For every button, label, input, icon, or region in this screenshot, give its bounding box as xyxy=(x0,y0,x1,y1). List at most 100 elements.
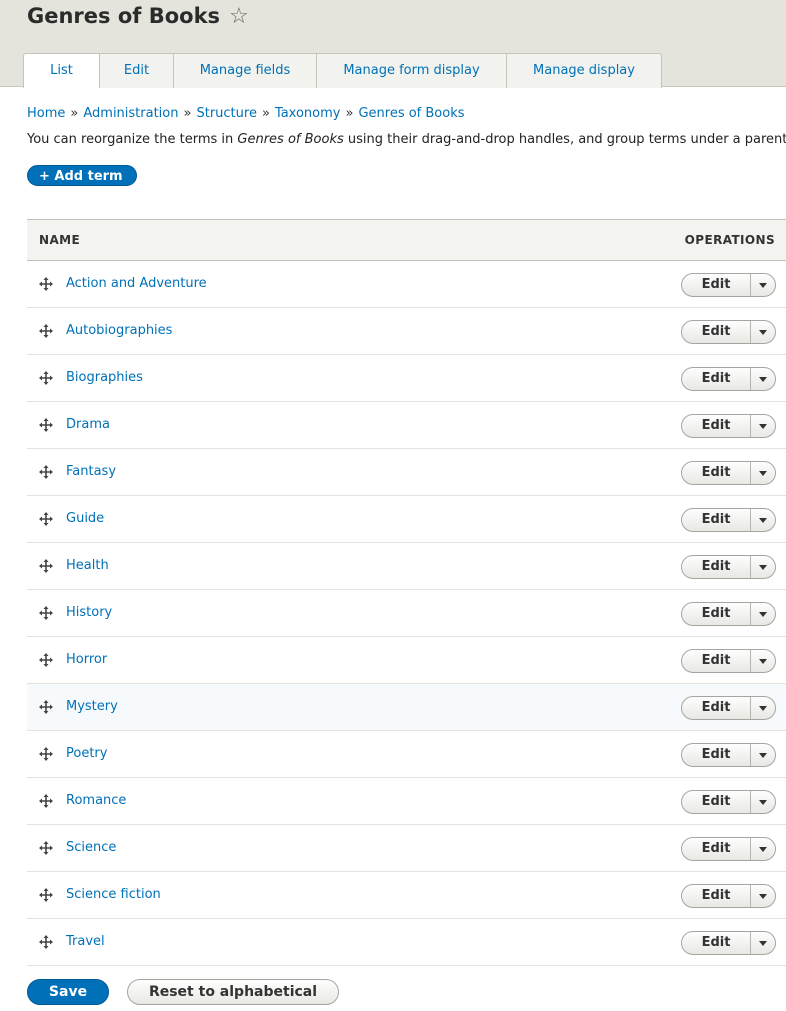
term-link[interactable]: Health xyxy=(66,558,109,573)
edit-button[interactable]: Edit xyxy=(682,744,750,766)
chevron-down-icon[interactable] xyxy=(751,274,775,296)
page-title: Genres of Books xyxy=(27,4,221,28)
term-link[interactable]: Action and Adventure xyxy=(66,276,207,291)
edit-button[interactable]: Edit xyxy=(682,650,750,672)
breadcrumb-genres-of-books[interactable]: Genres of Books xyxy=(358,106,464,121)
chevron-down-icon[interactable] xyxy=(751,556,775,578)
chevron-down-icon[interactable] xyxy=(751,932,775,954)
term-link[interactable]: Science fiction xyxy=(66,887,161,902)
tab-manage-fields[interactable]: Manage fields xyxy=(173,53,316,88)
edit-button[interactable]: Edit xyxy=(682,415,750,437)
operations-dropbutton: Edit xyxy=(681,931,776,955)
table-row: History Edit xyxy=(27,590,786,637)
tab-manage-display[interactable]: Manage display xyxy=(506,53,662,88)
chevron-down-icon[interactable] xyxy=(751,321,775,343)
term-link[interactable]: Science xyxy=(66,840,116,855)
table-row: Action and Adventure Edit xyxy=(27,261,786,308)
drag-handle-icon[interactable] xyxy=(39,324,53,338)
term-link[interactable]: Poetry xyxy=(66,746,107,761)
chevron-down-icon[interactable] xyxy=(751,838,775,860)
drag-handle-icon[interactable] xyxy=(39,653,53,667)
drag-handle-icon[interactable] xyxy=(39,747,53,761)
reset-to-alphabetical-button[interactable]: Reset to alphabetical xyxy=(127,979,339,1005)
tab-manage-form-display[interactable]: Manage form display xyxy=(316,53,506,88)
drag-handle-icon[interactable] xyxy=(39,606,53,620)
term-link[interactable]: Romance xyxy=(66,793,126,808)
star-icon[interactable]: ☆ xyxy=(229,6,249,28)
drag-handle-icon[interactable] xyxy=(39,794,53,808)
drag-handle-icon[interactable] xyxy=(39,935,53,949)
chevron-down-icon[interactable] xyxy=(751,650,775,672)
term-link[interactable]: Autobiographies xyxy=(66,323,172,338)
tab-edit[interactable]: Edit xyxy=(99,53,173,88)
edit-button[interactable]: Edit xyxy=(682,321,750,343)
chevron-down-icon[interactable] xyxy=(751,509,775,531)
operations-dropbutton: Edit xyxy=(681,320,776,344)
drag-handle-icon[interactable] xyxy=(39,700,53,714)
drag-handle-icon[interactable] xyxy=(39,277,53,291)
operations-dropbutton: Edit xyxy=(681,743,776,767)
column-header-operations: OPERATIONS xyxy=(684,233,775,247)
chevron-down-icon[interactable] xyxy=(751,791,775,813)
operations-dropbutton: Edit xyxy=(681,602,776,626)
table-header: NAME OPERATIONS xyxy=(27,219,786,261)
breadcrumb-separator: » xyxy=(70,106,79,121)
table-row: Horror Edit xyxy=(27,637,786,684)
table-row: Biographies Edit xyxy=(27,355,786,402)
drag-handle-icon[interactable] xyxy=(39,465,53,479)
edit-button[interactable]: Edit xyxy=(682,932,750,954)
drag-handle-icon[interactable] xyxy=(39,371,53,385)
term-link[interactable]: Travel xyxy=(66,934,105,949)
breadcrumb-structure[interactable]: Structure xyxy=(196,106,256,121)
drag-handle-icon[interactable] xyxy=(39,559,53,573)
table-row: Science Edit xyxy=(27,825,786,872)
term-link[interactable]: Horror xyxy=(66,652,107,667)
term-link[interactable]: Biographies xyxy=(66,370,143,385)
term-link[interactable]: Drama xyxy=(66,417,110,432)
chevron-down-icon[interactable] xyxy=(751,462,775,484)
description-text-after: using their drag-and-drop handles, and g… xyxy=(343,132,786,147)
term-link[interactable]: Guide xyxy=(66,511,104,526)
term-link[interactable]: Mystery xyxy=(66,699,118,714)
edit-button[interactable]: Edit xyxy=(682,556,750,578)
edit-button[interactable]: Edit xyxy=(682,885,750,907)
chevron-down-icon[interactable] xyxy=(751,744,775,766)
edit-button[interactable]: Edit xyxy=(682,274,750,296)
term-link[interactable]: History xyxy=(66,605,112,620)
drag-handle-icon[interactable] xyxy=(39,418,53,432)
chevron-down-icon[interactable] xyxy=(751,368,775,390)
drag-handle-icon[interactable] xyxy=(39,888,53,902)
term-link[interactable]: Fantasy xyxy=(66,464,116,479)
table-row: Poetry Edit xyxy=(27,731,786,778)
breadcrumb-separator: » xyxy=(183,106,192,121)
operations-dropbutton: Edit xyxy=(681,555,776,579)
drag-handle-icon[interactable] xyxy=(39,512,53,526)
edit-button[interactable]: Edit xyxy=(682,791,750,813)
edit-button[interactable]: Edit xyxy=(682,697,750,719)
breadcrumb-administration[interactable]: Administration xyxy=(83,106,178,121)
drag-handle-icon[interactable] xyxy=(39,841,53,855)
edit-button[interactable]: Edit xyxy=(682,838,750,860)
page-description: You can reorganize the terms in Genres o… xyxy=(27,132,786,147)
edit-button[interactable]: Edit xyxy=(682,368,750,390)
edit-button[interactable]: Edit xyxy=(682,462,750,484)
table-row: Romance Edit xyxy=(27,778,786,825)
chevron-down-icon[interactable] xyxy=(751,697,775,719)
description-vocabulary: Genres of Books xyxy=(237,132,344,147)
chevron-down-icon[interactable] xyxy=(751,603,775,625)
chevron-down-icon[interactable] xyxy=(751,885,775,907)
table-row: Science fiction Edit xyxy=(27,872,786,919)
save-button[interactable]: Save xyxy=(27,979,109,1005)
edit-button[interactable]: Edit xyxy=(682,509,750,531)
chevron-down-icon[interactable] xyxy=(751,415,775,437)
tab-list[interactable]: List xyxy=(23,53,99,88)
edit-button[interactable]: Edit xyxy=(682,603,750,625)
breadcrumb-home[interactable]: Home xyxy=(27,106,65,121)
add-term-button[interactable]: + Add term xyxy=(27,165,137,186)
operations-dropbutton: Edit xyxy=(681,696,776,720)
operations-dropbutton: Edit xyxy=(681,649,776,673)
breadcrumb-taxonomy[interactable]: Taxonomy xyxy=(275,106,341,121)
terms-table: NAME OPERATIONS Action and Adventure Edit… xyxy=(27,219,786,966)
primary-tabs: List Edit Manage fields Manage form disp… xyxy=(23,53,662,88)
table-body: Action and Adventure Edit Autobiographies E… xyxy=(27,261,786,966)
